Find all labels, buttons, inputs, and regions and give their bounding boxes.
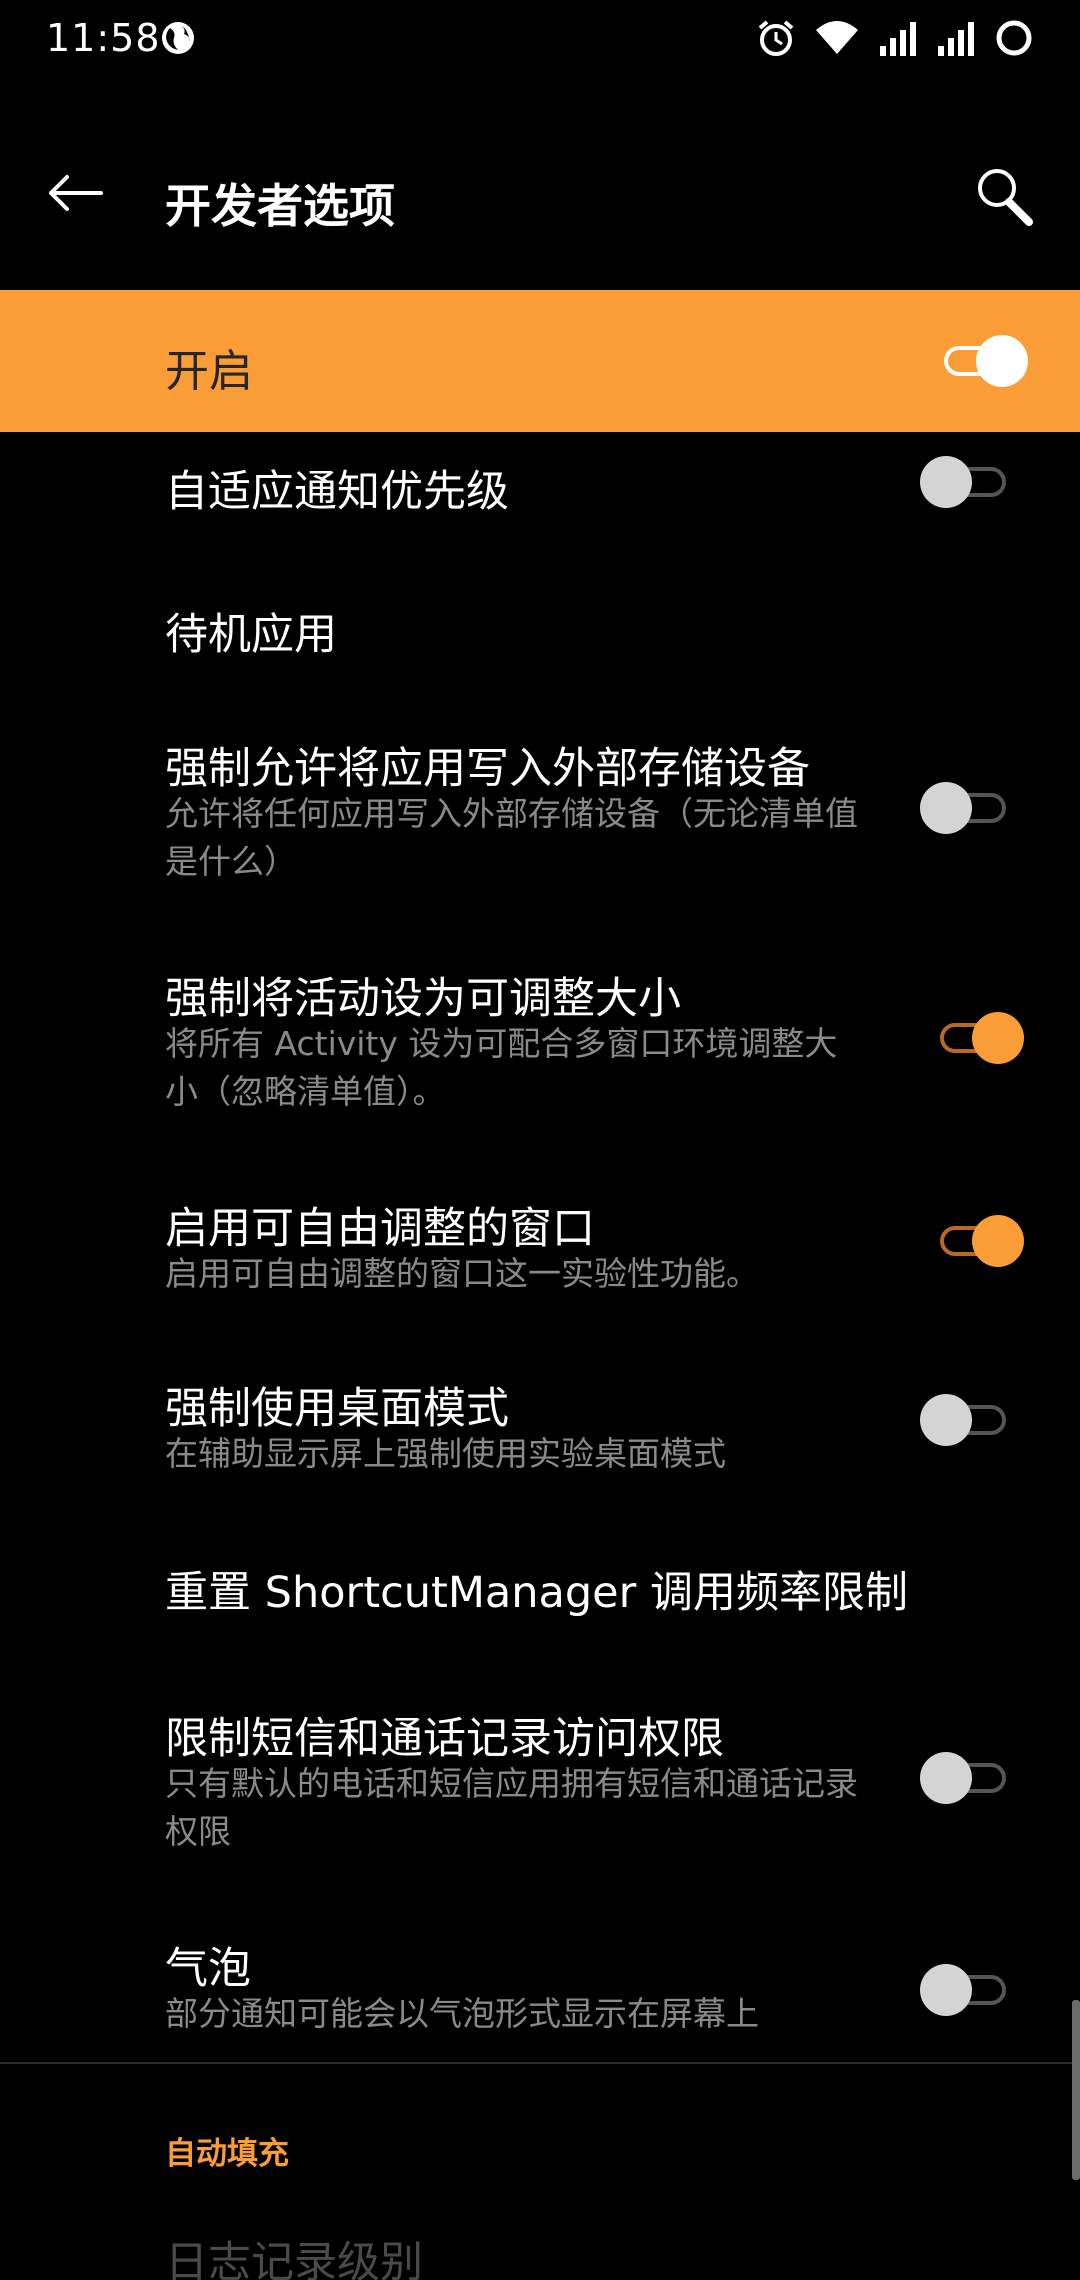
list-item-desktop-mode[interactable]: 强制使用桌面模式 在辅助显示屏上强制使用实验桌面模式 (0, 1360, 1080, 1510)
item-subtitle: 启用可自由调整的窗口这一实验性功能。 (165, 1254, 759, 1293)
wifi-icon (814, 18, 860, 58)
toggle-force-resizable[interactable] (934, 1008, 1024, 1068)
list-item-freeform-windows[interactable]: 启用可自由调整的窗口 启用可自由调整的窗口这一实验性功能。 (0, 1180, 1080, 1330)
battery-ring-icon (994, 18, 1034, 58)
item-subtitle: 部分通知可能会以气泡形式显示在屏幕上 (165, 1994, 759, 2033)
signal-icon (878, 20, 918, 56)
item-subtitle: 只有默认的电话和短信应用拥有短信和通话记录权限 (165, 1764, 858, 1851)
toggle-freeform-windows[interactable] (934, 1211, 1024, 1271)
item-title: 限制短信和通话记录访问权限 (165, 1714, 724, 1764)
master-switch-label: 开启 (165, 346, 253, 397)
list-item-force-external-storage[interactable]: 强制允许将应用写入外部存储设备 允许将任何应用写入外部存储设备（无论清单值是什么… (0, 720, 1080, 920)
status-icons (756, 18, 1034, 58)
alarm-icon (756, 18, 796, 58)
item-title: 强制将活动设为可调整大小 (165, 974, 681, 1024)
list-item-bubbles[interactable]: 气泡 部分通知可能会以气泡形式显示在屏幕上 (0, 1920, 1080, 2060)
list-item-standby-apps[interactable]: 待机应用 (0, 558, 1080, 698)
item-subtitle: 在辅助显示屏上强制使用实验桌面模式 (165, 1434, 726, 1473)
list-item-restrict-sms-calllog[interactable]: 限制短信和通话记录访问权限 只有默认的电话和短信应用拥有短信和通话记录权限 (0, 1690, 1080, 1890)
globe-icon (160, 20, 196, 56)
app-bar: 开发者选项 (0, 120, 1080, 280)
list-item-logging-level[interactable]: 日志记录级别 (165, 2228, 423, 2280)
divider (0, 2062, 1080, 2064)
master-toggle[interactable] (938, 331, 1028, 391)
search-icon (975, 166, 1035, 234)
list-item-reset-shortcutmanager[interactable]: 重置 ShortcutManager 调用频率限制 (0, 1530, 1080, 1660)
screen: 11:58 开发者选项 开启 自适应通知优先级 待机应用 强制允许将应用写入外部… (0, 0, 1080, 2280)
item-title: 自适应通知优先级 (165, 467, 509, 517)
back-button[interactable] (40, 160, 110, 230)
item-title: 气泡 (165, 1944, 251, 1994)
item-title: 强制使用桌面模式 (165, 1384, 509, 1434)
item-subtitle: 允许将任何应用写入外部存储设备（无论清单值是什么） (165, 794, 858, 881)
page-title: 开发者选项 (165, 179, 395, 233)
toggle-desktop-mode[interactable] (920, 1390, 1010, 1450)
list-item-force-resizable[interactable]: 强制将活动设为可调整大小 将所有 Activity 设为可配合多窗口环境调整大小… (0, 950, 1080, 1150)
item-title: 待机应用 (165, 610, 337, 660)
scrollbar[interactable] (1072, 2000, 1080, 2180)
list-item-adaptive-notification[interactable]: 自适应通知优先级 (0, 432, 1080, 558)
section-header-autofill: 自动填充 (165, 2136, 289, 2172)
status-time: 11:58 (46, 16, 161, 60)
signal-icon (936, 20, 976, 56)
master-switch-row[interactable]: 开启 (0, 290, 1080, 432)
toggle-bubbles[interactable] (920, 1960, 1010, 2020)
item-title: 启用可自由调整的窗口 (165, 1204, 595, 1254)
toggle-adaptive-notification[interactable] (920, 452, 1010, 512)
toggle-force-external-storage[interactable] (920, 778, 1010, 838)
item-title: 强制允许将应用写入外部存储设备 (165, 744, 810, 794)
item-subtitle: 将所有 Activity 设为可配合多窗口环境调整大小（忽略清单值）。 (165, 1024, 838, 1111)
toggle-restrict-sms-calllog[interactable] (920, 1748, 1010, 1808)
search-button[interactable] (970, 160, 1040, 240)
arrow-left-icon (47, 173, 103, 217)
status-bar: 11:58 (0, 0, 1080, 80)
item-title: 重置 ShortcutManager 调用频率限制 (165, 1568, 908, 1618)
